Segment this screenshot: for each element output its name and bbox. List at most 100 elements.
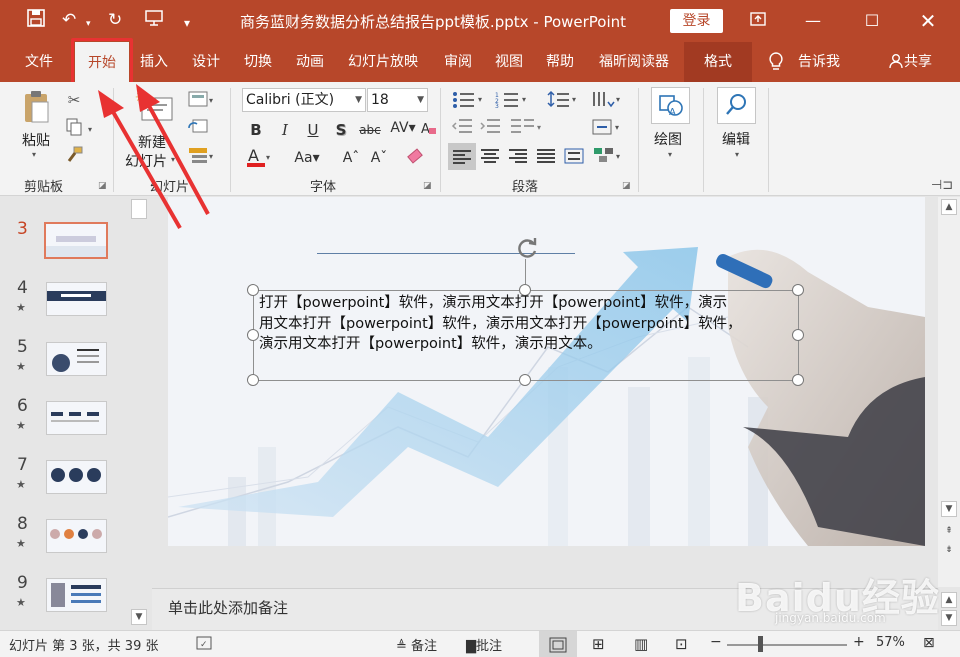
smartart-icon[interactable]: ▾: [592, 146, 626, 169]
font-size-select[interactable]: 18 ▼: [367, 88, 428, 112]
align-right-icon[interactable]: [507, 148, 529, 169]
italic-icon[interactable]: I: [275, 120, 295, 140]
save-icon[interactable]: [27, 9, 45, 33]
bullets-icon[interactable]: ▾: [450, 90, 488, 113]
shapes-icon: A: [651, 87, 690, 124]
zoom-slider-thumb[interactable]: [758, 636, 763, 652]
section-icon[interactable]: ▾: [186, 146, 218, 169]
share-button[interactable]: 共享: [880, 42, 940, 82]
scroll-down-icon[interactable]: ▼: [941, 501, 957, 517]
tab-view[interactable]: 视图: [486, 42, 532, 82]
layout-icon[interactable]: ▾: [186, 90, 218, 113]
customize-qat-icon[interactable]: ▾: [184, 12, 190, 34]
strikethrough-icon[interactable]: abc: [357, 120, 383, 140]
font-launcher-icon[interactable]: ◪: [423, 181, 432, 191]
tab-transitions[interactable]: 切换: [233, 42, 283, 82]
notes-toggle-button[interactable]: ≜ 备注: [396, 635, 437, 654]
comments-button[interactable]: ▇批注: [466, 635, 502, 654]
bold-icon[interactable]: B: [246, 120, 266, 140]
align-left-button[interactable]: [448, 143, 476, 170]
change-case-icon[interactable]: Aa▾: [290, 148, 324, 168]
notes-icon: ≜: [396, 639, 407, 654]
close-icon[interactable]: ✕: [913, 9, 943, 33]
tab-format[interactable]: 格式: [684, 42, 752, 82]
font-name-select[interactable]: Calibri (正文) ▼: [242, 88, 366, 112]
copy-dropdown-icon[interactable]: ▾: [88, 120, 92, 140]
next-slide-icon[interactable]: ⇟: [941, 543, 957, 559]
tab-animations[interactable]: 动画: [285, 42, 335, 82]
maximize-icon[interactable]: ☐: [857, 9, 887, 33]
zoom-level[interactable]: 57%: [876, 635, 905, 650]
ribbon-display-icon[interactable]: [743, 9, 773, 33]
resize-handle[interactable]: [792, 374, 804, 386]
sorter-view-icon[interactable]: ⊞: [592, 635, 605, 653]
format-painter-icon[interactable]: [64, 146, 84, 169]
eraser-icon[interactable]: [404, 146, 426, 171]
slide-thumbnail: [46, 519, 107, 553]
shadow-icon[interactable]: S: [331, 120, 351, 140]
tab-help[interactable]: 帮助: [537, 42, 583, 82]
paste-icon: [21, 90, 53, 131]
tab-slideshow[interactable]: 幻灯片放映: [340, 42, 426, 82]
clipboard-launcher-icon[interactable]: ◪: [98, 181, 107, 191]
notes-scroll-down-icon[interactable]: ▼: [941, 610, 957, 626]
text-direction-icon[interactable]: ▾: [590, 90, 626, 113]
zoom-in-icon[interactable]: +: [853, 634, 865, 650]
tab-review[interactable]: 审阅: [434, 42, 482, 82]
underline-icon[interactable]: U: [303, 120, 323, 140]
align-center-icon[interactable]: [479, 148, 501, 169]
thumbnails-scrollbar[interactable]: [130, 197, 148, 630]
tab-file[interactable]: 文件: [14, 42, 64, 82]
slide-number: 5: [17, 337, 28, 357]
increase-font-icon[interactable]: Aˆ: [341, 148, 361, 168]
slide-number: 9: [17, 573, 28, 593]
columns-icon[interactable]: ▾: [508, 118, 548, 139]
redo-icon[interactable]: ↻: [108, 9, 122, 31]
resize-handle[interactable]: [247, 374, 259, 386]
increase-indent-icon[interactable]: [478, 118, 502, 139]
scroll-up-icon[interactable]: ▲: [941, 199, 957, 215]
numbering-icon[interactable]: 1 2 3 ▾: [494, 90, 532, 113]
cut-icon[interactable]: ✂: [64, 90, 84, 110]
notes-scroll-up-icon[interactable]: ▲: [941, 592, 957, 608]
undo-icon[interactable]: ↶: [62, 9, 76, 31]
justify-icon[interactable]: [535, 148, 557, 169]
animation-star-icon: ★: [16, 419, 26, 432]
thumbnails-scroll-thumb[interactable]: [131, 199, 147, 219]
spellcheck-icon[interactable]: ✓: [196, 635, 214, 655]
resize-handle[interactable]: [519, 374, 531, 386]
clear-format-icon[interactable]: A: [421, 120, 437, 141]
copy-icon[interactable]: [64, 118, 84, 141]
paragraph-launcher-icon[interactable]: ◪: [622, 181, 631, 191]
distributed-icon[interactable]: [563, 148, 585, 169]
rotate-handle-icon[interactable]: [514, 235, 540, 266]
minimize-icon[interactable]: —: [798, 9, 828, 33]
align-text-icon[interactable]: ▾: [590, 118, 626, 141]
undo-dropdown-icon[interactable]: ▾: [86, 13, 91, 35]
resize-handle[interactable]: [247, 284, 259, 296]
font-color-icon[interactable]: A ▾: [246, 146, 272, 173]
line-spacing-icon[interactable]: ▾: [546, 90, 582, 113]
pin-ribbon-icon[interactable]: ⊣⊐: [930, 176, 954, 196]
present-icon[interactable]: [144, 9, 164, 33]
notes-placeholder[interactable]: 单击此处添加备注: [168, 597, 288, 618]
decrease-indent-icon[interactable]: [450, 118, 474, 139]
tab-insert[interactable]: 插入: [129, 42, 179, 82]
char-spacing-icon[interactable]: AV▾: [387, 118, 419, 138]
normal-view-button[interactable]: [539, 631, 577, 657]
tab-design[interactable]: 设计: [181, 42, 231, 82]
tab-tellme[interactable]: 告诉我: [794, 42, 844, 82]
tab-reader[interactable]: 福昕阅读器: [590, 42, 678, 82]
previous-slide-icon[interactable]: ⇞: [941, 524, 957, 540]
reading-view-icon[interactable]: ▥: [634, 635, 648, 653]
login-button[interactable]: 登录: [670, 9, 723, 33]
zoom-slider[interactable]: [727, 644, 847, 646]
reset-icon[interactable]: [186, 118, 210, 141]
resize-handle[interactable]: [247, 329, 259, 341]
scroll-down-icon[interactable]: ▼: [131, 609, 147, 625]
slide-body-text[interactable]: 打开【powerpoint】软件，演示用文本打开【powerpoint】软件，演…: [259, 293, 799, 355]
zoom-out-icon[interactable]: −: [710, 634, 722, 650]
decrease-font-icon[interactable]: Aˇ: [369, 148, 389, 168]
fit-to-window-icon[interactable]: ⊠: [923, 635, 935, 651]
slideshow-view-icon[interactable]: ⊡: [675, 635, 688, 653]
